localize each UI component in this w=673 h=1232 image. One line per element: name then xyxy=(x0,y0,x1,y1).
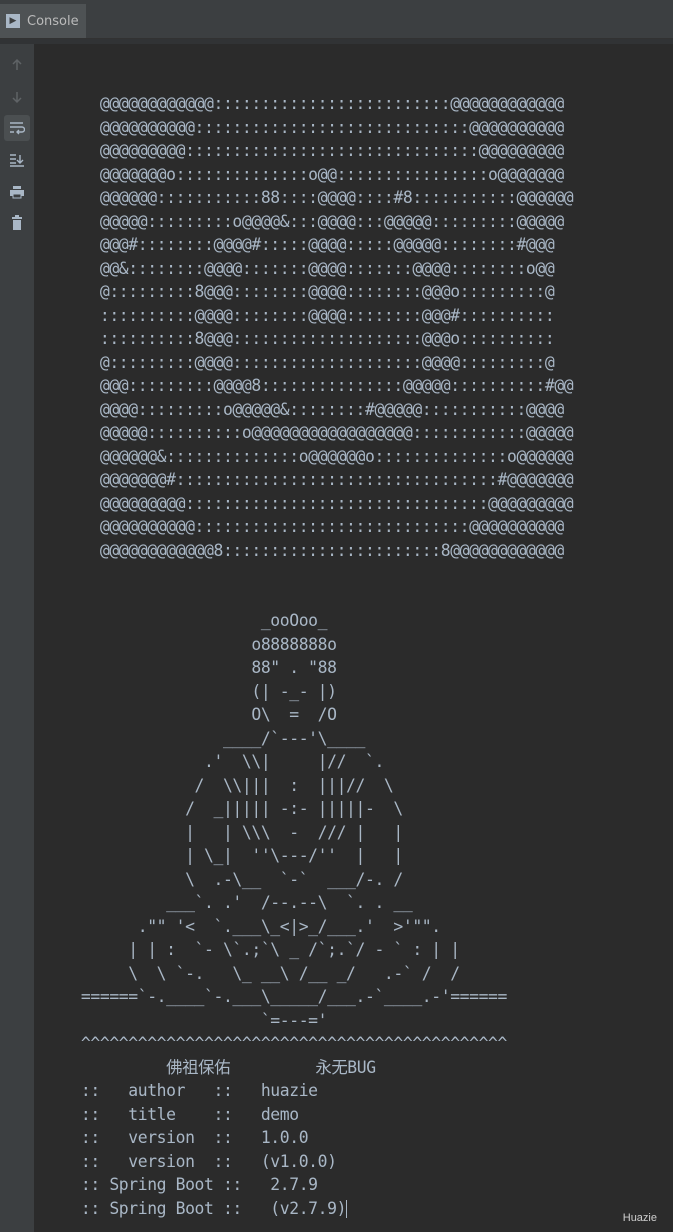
scroll-to-end-icon[interactable] xyxy=(4,147,30,173)
info-line: :: version :: (v1.0.0) xyxy=(62,1151,337,1171)
info-line: :: version :: 1.0.0 xyxy=(62,1128,309,1147)
tab-label: Console xyxy=(27,13,79,29)
info-line: :: title :: demo xyxy=(62,1104,299,1124)
arrow-down-icon[interactable] xyxy=(4,84,30,110)
arrow-up-icon[interactable] xyxy=(4,52,30,78)
watermark: Huazie xyxy=(622,1212,657,1224)
blessing-line: 佛祖保佑 永无BUG xyxy=(62,1057,376,1077)
trash-icon[interactable] xyxy=(4,210,30,236)
print-icon[interactable] xyxy=(4,179,30,205)
info-line: :: Spring Boot :: 2.7.9 xyxy=(62,1175,318,1194)
ascii-art: @@@@@@@@@@@@:::::::::::::::::::::::::@@@… xyxy=(80,94,574,1053)
soft-wrap-icon[interactable] xyxy=(4,115,30,141)
console-text: @@@@@@@@@@@@:::::::::::::::::::::::::@@@… xyxy=(62,92,574,1220)
console-icon: ▶ xyxy=(6,14,20,28)
tool-window-header: ▶ Console xyxy=(0,0,673,39)
info-line: :: Spring Boot :: (v2.7.9) xyxy=(62,1198,347,1218)
text-caret xyxy=(346,1200,348,1218)
console-output[interactable]: @@@@@@@@@@@@:::::::::::::::::::::::::@@@… xyxy=(35,44,673,1232)
tab-console[interactable]: ▶ Console xyxy=(0,4,86,38)
console-toolbar xyxy=(0,44,35,1232)
info-line: :: author :: huazie xyxy=(62,1081,318,1100)
